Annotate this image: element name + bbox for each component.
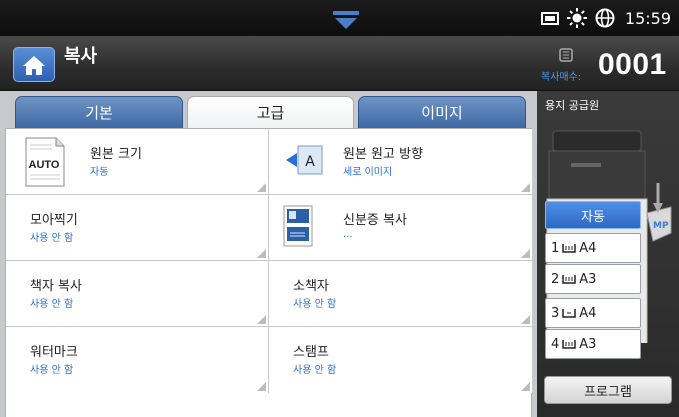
option-value: 세로 이미지 — [343, 167, 393, 178]
option-n-up[interactable]: 모아찍기 사용 안 함 — [6, 195, 269, 261]
corner-marker — [257, 183, 266, 192]
option-watermark[interactable]: 워터마크 사용 안 함 — [6, 327, 269, 393]
copy-count-icon — [559, 48, 573, 62]
corner-marker — [521, 183, 530, 192]
tray-4[interactable]: 4 A3 — [545, 329, 641, 359]
paper-tray-icon — [562, 244, 577, 253]
tray-list: 자동 1 A4 2 A3 3 A4 4 A3 — [545, 201, 641, 360]
page-title: 복사 — [64, 46, 98, 67]
option-value: ... — [343, 229, 353, 240]
option-value: 자동 — [90, 167, 109, 178]
option-label: 책자 복사 — [30, 279, 82, 294]
option-booklet[interactable]: 소책자 사용 안 함 — [269, 261, 532, 327]
tray-size: A3 — [579, 271, 597, 287]
tab-basic[interactable]: 기본 — [15, 96, 183, 128]
tray-number: 4 — [551, 336, 560, 352]
option-original-size[interactable]: AUTO 원본 크기 자동 — [6, 129, 269, 195]
orientation-icon-text: A — [305, 154, 315, 170]
tray-1[interactable]: 1 A4 — [545, 233, 641, 263]
grid-bottom-strip — [5, 393, 532, 417]
tray-auto[interactable]: 자동 — [545, 201, 641, 229]
option-id-copy[interactable]: 신분증 복사 ... — [269, 195, 532, 261]
tray-size: A3 — [579, 336, 597, 352]
pulldown-arrow-icon[interactable] — [331, 9, 361, 31]
option-value: 사용 안 함 — [293, 299, 337, 310]
option-label: 소책자 — [293, 279, 329, 294]
auto-icon-text: AUTO — [29, 159, 60, 171]
corner-marker — [521, 315, 530, 324]
option-value: 사용 안 함 — [30, 365, 74, 376]
options-panel: 기본 고급 이미지 AUTO 원본 크기 자동 A 원본 원고 방향 세로 이미… — [0, 91, 537, 417]
clock-text: 15:59 — [624, 8, 671, 28]
option-label: 원본 원고 방향 — [343, 147, 424, 162]
home-button[interactable] — [13, 47, 55, 82]
status-bar: 15:59 — [0, 0, 679, 36]
paper-source-title: 용지 공급원 — [545, 99, 600, 112]
tray-3[interactable]: 3 A4 — [545, 298, 641, 328]
option-value: 사용 안 함 — [293, 365, 337, 376]
copy-count-label: 복사매수: — [541, 72, 582, 83]
option-label: 모아찍기 — [30, 213, 78, 228]
mp-tray-label[interactable]: MP — [653, 221, 669, 231]
tray-status-icon[interactable] — [540, 10, 559, 26]
option-original-orientation[interactable]: A 원본 원고 방향 세로 이미지 — [269, 129, 532, 195]
option-value: 사용 안 함 — [30, 299, 74, 310]
copy-count-value[interactable]: 0001 — [598, 48, 667, 82]
program-button[interactable]: 프로그램 — [544, 376, 672, 404]
tab-image[interactable]: 이미지 — [358, 96, 526, 128]
paper-tray-icon — [562, 309, 577, 318]
tray-size: A4 — [579, 240, 597, 256]
option-label: 워터마크 — [30, 345, 78, 360]
tab-advanced[interactable]: 고급 — [187, 96, 354, 128]
option-stamp[interactable]: 스탬프 사용 안 함 — [269, 327, 532, 393]
paper-tray-icon — [562, 275, 577, 284]
orientation-icon: A — [286, 145, 323, 175]
tray-number: 1 — [551, 240, 560, 256]
network-globe-icon[interactable] — [595, 8, 615, 28]
paper-tray-icon — [562, 340, 577, 349]
corner-marker — [521, 249, 530, 258]
corner-marker — [257, 382, 266, 391]
id-card-icon — [283, 205, 313, 247]
corner-marker — [257, 315, 266, 324]
options-grid: AUTO 원본 크기 자동 A 원본 원고 방향 세로 이미지 모아찍기 사용 … — [5, 128, 532, 393]
option-label: 신분증 복사 — [343, 213, 407, 228]
option-book-copy[interactable]: 책자 복사 사용 안 함 — [6, 261, 269, 327]
tray-number: 2 — [551, 271, 560, 287]
paper-source-panel: 용지 공급원 MP 자동 1 A4 2 A3 3 A4 4 A3 프로그램 — [537, 91, 679, 417]
eco-sun-icon[interactable] — [566, 8, 587, 28]
corner-marker — [521, 382, 530, 391]
option-label: 원본 크기 — [90, 147, 142, 162]
tray-number: 3 — [551, 305, 560, 321]
app-header: 복사 복사매수: 0001 — [0, 36, 679, 91]
tab-bar: 기본 고급 이미지 — [0, 91, 537, 128]
option-label: 스탬프 — [293, 345, 329, 360]
corner-marker — [257, 249, 266, 258]
tray-2[interactable]: 2 A3 — [545, 264, 641, 294]
home-icon — [23, 55, 45, 75]
option-value: 사용 안 함 — [30, 233, 74, 244]
tray-size: A4 — [579, 305, 597, 321]
auto-size-icon: AUTO — [25, 137, 65, 187]
